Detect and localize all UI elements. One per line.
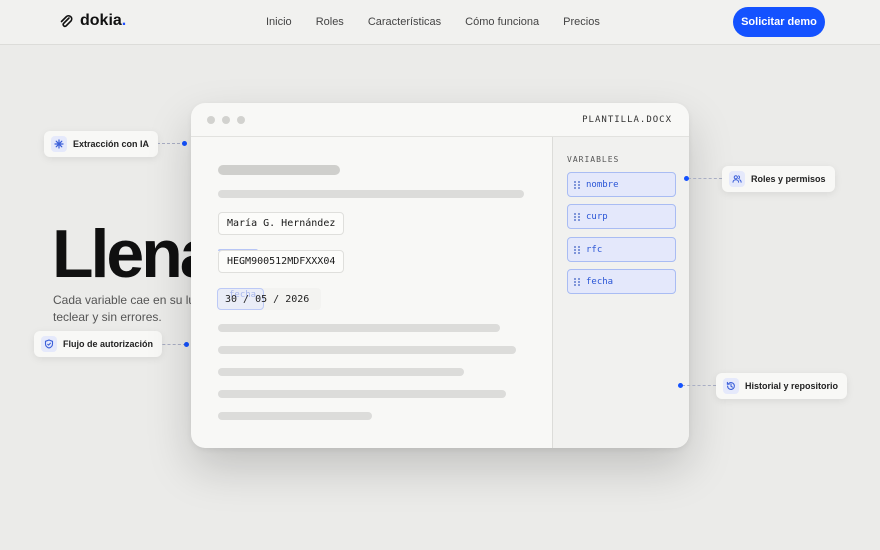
nav-link-caracteristicas[interactable]: Características [368,16,441,28]
placeholder-text-bar [218,190,524,198]
history-icon [723,378,739,394]
variable-item-nombre[interactable]: nombre [567,172,676,197]
placeholder-heading-bar [218,165,340,175]
variables-title: VARIABLES [567,155,620,164]
shield-check-icon [41,336,57,352]
placeholder-text-bar [218,324,500,332]
variable-item-curp[interactable]: curp [567,204,676,229]
window-titlebar: PLANTILLA.DOCX [191,103,689,137]
connector-line [682,385,716,386]
paperclip-icon [60,15,73,28]
window-dot-icon [222,116,230,124]
filled-date-field[interactable]: fecha 30 / 05 / 2026 [217,288,321,310]
variable-label: nombre [586,179,619,190]
variable-label: fecha [586,276,614,287]
connector-dot [184,342,189,347]
chip-history-repository-label: Historial y repositorio [745,381,839,391]
chip-roles-permissions-label: Roles y permisos [751,174,826,184]
sparkle-icon [51,136,67,152]
chip-roles-permissions: Roles y permisos [722,166,835,192]
connector-dot [684,176,689,181]
chip-ai-extraction-label: Extracción con IA [73,139,150,149]
users-icon [729,171,745,187]
variable-item-fecha[interactable]: fecha [567,269,676,294]
connector-dot [182,141,187,146]
document-filename: PLANTILLA.DOCX [582,115,672,125]
nav-link-precios[interactable]: Precios [563,16,600,28]
window-dot-icon [207,116,215,124]
placeholder-text-bar [218,346,516,354]
filled-name-field[interactable]: María G. Hernández [218,212,345,235]
placeholder-text-bar [218,412,372,420]
top-navbar: dokia. Inicio Roles Características Cómo… [0,0,880,45]
nav-link-inicio[interactable]: Inicio [266,16,292,28]
drag-handle-icon [574,245,580,254]
nav-link-roles[interactable]: Roles [316,16,344,28]
chip-approval-flow: Flujo de autorización [34,331,163,357]
document-template-card: PLANTILLA.DOCX María G. Hernández HEGM90… [191,103,689,448]
brand-logo[interactable]: dokia. [58,12,126,30]
chip-history-repository: Historial y repositorio [716,373,848,399]
variable-item-rfc[interactable]: rfc [567,237,676,262]
request-demo-button[interactable]: Solicitar demo [733,7,825,37]
filled-curp-field[interactable]: HEGM900512MDFXXX04 [218,250,345,273]
chip-ai-extraction: Extracción con IA [44,131,159,157]
document-body: María G. Hernández HEGM900512MDFXXX04 fe… [191,137,552,448]
connector-line [688,178,722,179]
chip-approval-flow-label: Flujo de autorización [63,339,154,349]
placeholder-text-bar [218,368,464,376]
window-dot-icon [237,116,245,124]
connector-dot [678,383,683,388]
variable-label: rfc [586,244,603,255]
placeholder-text-bar [218,390,506,398]
drag-handle-icon [574,212,580,221]
drag-handle-icon [574,277,580,286]
variable-label: curp [586,211,608,222]
date-value: 30 / 05 / 2026 [225,293,310,305]
nav-link-como-funciona[interactable]: Cómo funciona [465,16,539,28]
variables-panel: VARIABLES nombre curp rfc fecha [552,137,689,448]
nav-links: Inicio Roles Características Cómo funcio… [266,16,600,28]
brand-name: dokia. [80,12,127,29]
drag-handle-icon [574,180,580,189]
hero-subtitle: Cada variable cae en su lu teclear y sin… [53,293,196,324]
